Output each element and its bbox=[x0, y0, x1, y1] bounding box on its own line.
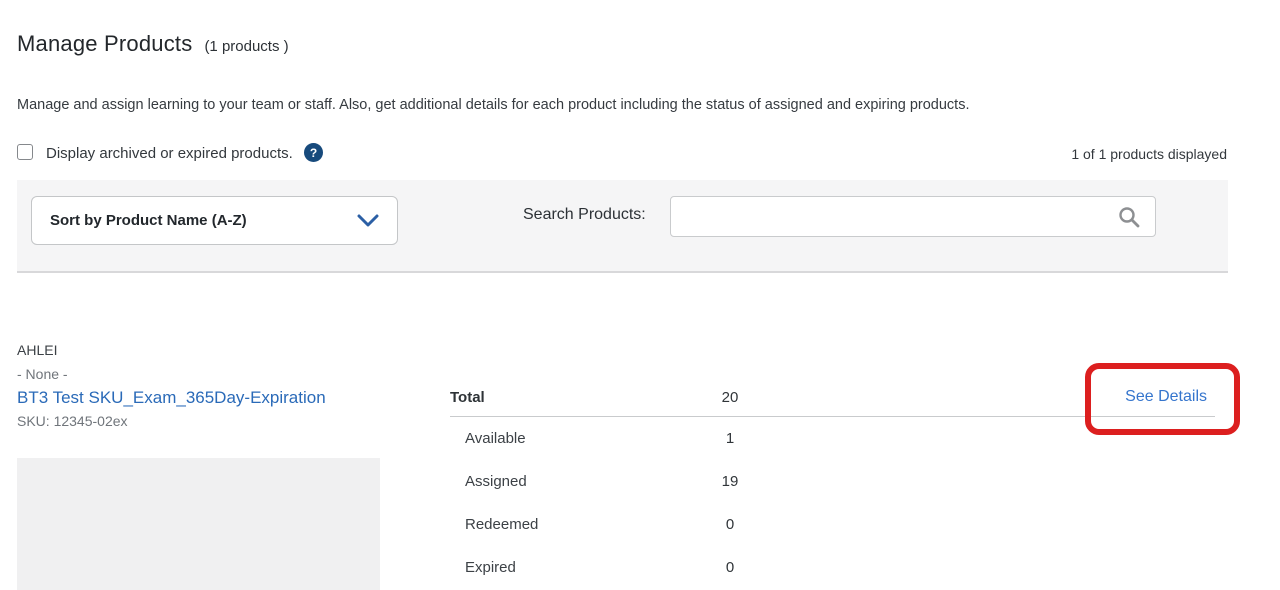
search-box bbox=[670, 196, 1156, 237]
stat-value: 20 bbox=[700, 389, 760, 406]
page-header: Manage Products (1 products ) bbox=[17, 31, 289, 57]
stat-row-total: Total 20 See Details bbox=[450, 378, 1215, 417]
stat-label: Available bbox=[450, 430, 700, 447]
page-description: Manage and assign learning to your team … bbox=[17, 97, 1227, 113]
product-image-placeholder bbox=[17, 458, 380, 590]
stat-label: Redeemed bbox=[450, 516, 700, 533]
products-displayed-count: 1 of 1 products displayed bbox=[1071, 146, 1227, 162]
manage-products-page: Manage Products (1 products ) Manage and… bbox=[0, 0, 1280, 590]
search-icon[interactable] bbox=[1118, 206, 1140, 228]
sort-dropdown-value: Sort by Product Name (A-Z) bbox=[50, 212, 247, 229]
page-title: Manage Products bbox=[17, 31, 192, 57]
stat-row-available: Available 1 bbox=[450, 417, 1215, 460]
stat-row-assigned: Assigned 19 bbox=[450, 460, 1215, 503]
stat-value: 19 bbox=[700, 473, 760, 490]
product-category: - None - bbox=[17, 366, 68, 382]
sort-dropdown[interactable]: Sort by Product Name (A-Z) bbox=[31, 196, 398, 245]
archive-filter-row: Display archived or expired products. ? … bbox=[17, 143, 1227, 165]
search-input[interactable] bbox=[670, 196, 1156, 237]
display-archived-checkbox[interactable] bbox=[17, 144, 33, 160]
see-details-link[interactable]: See Details bbox=[1125, 388, 1215, 406]
product-name-link[interactable]: BT3 Test SKU_Exam_365Day-Expiration bbox=[17, 388, 326, 408]
stat-value: 0 bbox=[700, 516, 760, 533]
search-products-label: Search Products: bbox=[523, 206, 646, 224]
question-mark-glyph: ? bbox=[310, 146, 317, 160]
stat-value: 0 bbox=[700, 559, 760, 576]
display-archived-label: Display archived or expired products. bbox=[46, 145, 293, 162]
products-count: (1 products ) bbox=[204, 38, 288, 55]
chevron-down-icon bbox=[357, 214, 379, 227]
stat-label: Assigned bbox=[450, 473, 700, 490]
product-brand: AHLEI bbox=[17, 342, 57, 358]
stat-row-expired: Expired 0 bbox=[450, 546, 1215, 589]
help-icon[interactable]: ? bbox=[304, 143, 323, 162]
stat-label: Total bbox=[450, 389, 700, 406]
product-sku: SKU: 12345-02ex bbox=[17, 413, 128, 429]
product-stats-table: Total 20 See Details Available 1 Assigne… bbox=[450, 378, 1215, 589]
stat-label: Expired bbox=[450, 559, 700, 576]
filters-toolbar: Sort by Product Name (A-Z) Search Produc… bbox=[17, 180, 1228, 273]
stat-value: 1 bbox=[700, 430, 760, 447]
stat-row-redeemed: Redeemed 0 bbox=[450, 503, 1215, 546]
